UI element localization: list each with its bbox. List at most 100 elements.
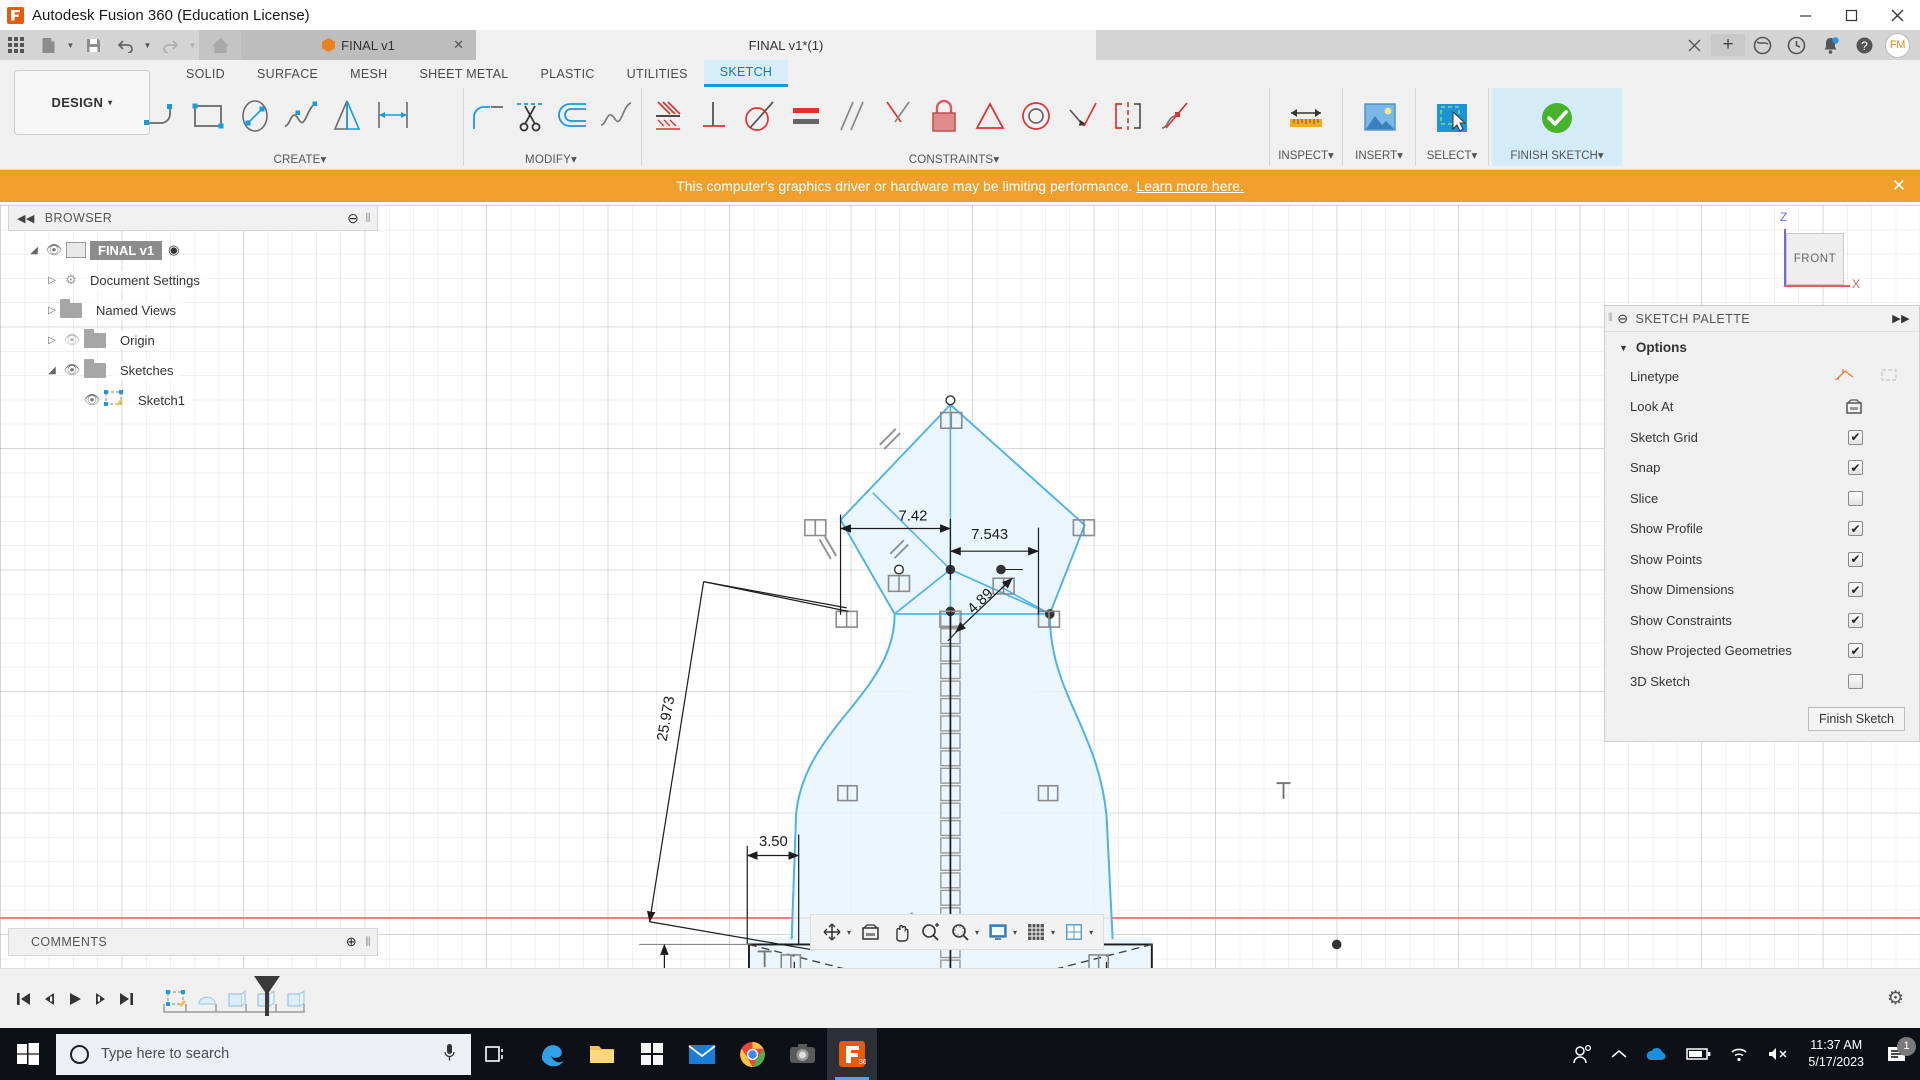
palette-row-look-at[interactable]: Look At	[1605, 392, 1919, 423]
fit-icon[interactable]	[945, 917, 975, 947]
timeline-play-button[interactable]	[62, 984, 88, 1014]
tab-surface[interactable]: SURFACE	[241, 60, 334, 87]
offset-tool-icon[interactable]	[553, 90, 596, 142]
comments-panel[interactable]: COMMENTS ⊕ ⦀	[8, 928, 378, 956]
insert-button[interactable]: INSERT▾	[1346, 88, 1412, 166]
browser-grip-icon[interactable]: ⦀	[365, 211, 371, 226]
midpoint-constraint-icon[interactable]	[967, 90, 1013, 142]
volume-muted-icon[interactable]	[1758, 1046, 1798, 1062]
job-status-icon[interactable]	[1779, 36, 1813, 55]
show-hidden-icons-chevron-icon[interactable]	[1602, 1049, 1636, 1060]
show-points-checkbox[interactable]: ✔	[1848, 552, 1863, 567]
visibility-eye-icon[interactable]: 👁	[80, 392, 104, 408]
view-cube-front-face[interactable]: FRONT	[1786, 233, 1844, 285]
show-projected-geometries-checkbox[interactable]: ✔	[1848, 643, 1863, 658]
browser-item-sketch1[interactable]: 👁 Sketch1	[8, 385, 378, 415]
3d-sketch-checkbox[interactable]	[1848, 674, 1863, 689]
palette-row-show-dimensions[interactable]: Show Dimensions ✔	[1605, 575, 1919, 606]
timeline-step-back-button[interactable]	[36, 984, 62, 1014]
palette-row-snap[interactable]: Snap ✔	[1605, 453, 1919, 484]
trim-tool-icon[interactable]	[510, 90, 553, 142]
notifications-button[interactable]: 1	[1874, 1045, 1920, 1064]
parallel-constraint-icon[interactable]	[829, 90, 875, 142]
look-at-icon[interactable]	[1845, 399, 1863, 415]
construction-linetype-icon[interactable]	[1879, 367, 1899, 386]
palette-row-show-projected-geometries[interactable]: Show Projected Geometries ✔	[1605, 636, 1919, 667]
viewports-caret-icon[interactable]: ▾	[1089, 928, 1093, 937]
grid-snap-caret-icon[interactable]: ▾	[1051, 928, 1055, 937]
palette-row-3d-sketch[interactable]: 3D Sketch	[1605, 666, 1919, 697]
palette-row-show-constraints[interactable]: Show Constraints ✔	[1605, 605, 1919, 636]
fix-unfix-constraint-icon[interactable]	[921, 90, 967, 142]
equal-constraint-icon[interactable]	[783, 90, 829, 142]
expand-triangle-icon[interactable]: ▷	[44, 335, 60, 346]
tab-utilities[interactable]: UTILITIES	[611, 60, 704, 87]
start-button[interactable]	[0, 1043, 56, 1065]
home-button[interactable]	[199, 30, 241, 60]
palette-row-sketch-grid[interactable]: Sketch Grid ✔	[1605, 422, 1919, 453]
dimension-tool-icon[interactable]	[370, 90, 416, 142]
wifi-icon[interactable]	[1720, 1046, 1758, 1062]
circle-tool-icon[interactable]	[232, 90, 278, 142]
dimension-7-518[interactable]: 7.518	[639, 944, 749, 968]
activate-radio-icon[interactable]: ◉	[168, 242, 179, 258]
expand-triangle-icon[interactable]: ◢	[44, 365, 60, 376]
finish-sketch-button[interactable]: FINISH SKETCH▾	[1492, 88, 1622, 166]
tab-sheet-metal[interactable]: SHEET METAL	[403, 60, 524, 87]
line-tool-icon[interactable]	[140, 90, 186, 142]
battery-icon[interactable]	[1677, 1047, 1720, 1061]
timeline-settings-icon[interactable]: ⚙	[1887, 987, 1904, 1010]
taskbar-app-fusion360[interactable]: 360	[827, 1028, 877, 1080]
expand-triangle-icon[interactable]: ▷	[44, 275, 60, 286]
normal-linetype-icon[interactable]	[1835, 367, 1855, 386]
palette-row-slice[interactable]: Slice	[1605, 483, 1919, 514]
minimize-button[interactable]	[1782, 0, 1828, 30]
browser-item-sketches[interactable]: ◢ 👁 Sketches	[8, 355, 378, 385]
taskbar-clock[interactable]: 11:37 AM 5/17/2023	[1798, 1037, 1874, 1071]
ribbon-group-constraints-label[interactable]: CONSTRAINTS▾	[642, 152, 1266, 166]
redo-caret-icon[interactable]: ▼	[186, 30, 199, 60]
palette-row-show-profile[interactable]: Show Profile ✔	[1605, 514, 1919, 545]
select-button[interactable]: SELECT▾	[1419, 88, 1485, 166]
onedrive-icon[interactable]	[1636, 1046, 1677, 1062]
taskbar-app-chrome[interactable]	[727, 1028, 777, 1080]
expand-triangle-icon[interactable]: ▷	[44, 305, 60, 316]
timeline-step-forward-button[interactable]	[88, 984, 114, 1014]
document-tab-final-v1-1[interactable]: FINAL v1*(1)	[476, 30, 1096, 60]
sketch-palette-header[interactable]: ⦀ ⊖ SKETCH PALETTE ▶▶	[1605, 306, 1919, 332]
taskbar-app-camera[interactable]	[777, 1028, 827, 1080]
grid-snap-icon[interactable]	[1021, 917, 1051, 947]
notifications-bell-icon[interactable]	[1813, 36, 1847, 55]
new-file-icon[interactable]	[32, 30, 64, 60]
horizontal-vertical-constraint-icon[interactable]	[645, 90, 691, 142]
taskbar-app-mail[interactable]	[677, 1028, 727, 1080]
timeline-go-to-end-button[interactable]	[114, 984, 140, 1014]
viewports-icon[interactable]	[1059, 917, 1089, 947]
dimension-3-50[interactable]: 3.50	[747, 834, 798, 945]
orbit-icon[interactable]	[817, 917, 847, 947]
ribbon-group-modify-label[interactable]: MODIFY▾	[464, 152, 638, 166]
document-tab-final-v1[interactable]: FINAL v1 ✕	[241, 30, 476, 60]
view-cube[interactable]: Z X FRONT	[1762, 205, 1872, 315]
orbit-caret-icon[interactable]: ▾	[847, 928, 851, 937]
slice-checkbox[interactable]	[1848, 491, 1863, 506]
browser-item-origin[interactable]: ▷ 👁 Origin	[8, 325, 378, 355]
new-file-caret-icon[interactable]: ▼	[64, 30, 77, 60]
active-tab-close-icon[interactable]	[1677, 39, 1711, 52]
workspace-selector[interactable]: DESIGN ▾	[14, 70, 150, 135]
visibility-eye-icon[interactable]: 👁	[42, 242, 66, 258]
taskbar-app-store[interactable]	[627, 1028, 677, 1080]
document-tab-close-icon[interactable]: ✕	[453, 37, 464, 53]
sketch-canvas[interactable]: -50 -25	[0, 205, 1920, 968]
warning-close-icon[interactable]: ✕	[1892, 176, 1906, 196]
taskbar-search-box[interactable]: Type here to search	[56, 1034, 471, 1075]
browser-collapse-icon[interactable]: ◀◀	[17, 212, 35, 225]
show-profile-checkbox[interactable]: ✔	[1848, 521, 1863, 536]
taskbar-app-file-explorer[interactable]	[577, 1028, 627, 1080]
edit-spline-tool-icon[interactable]	[595, 90, 638, 142]
show-constraints-checkbox[interactable]: ✔	[1848, 613, 1863, 628]
taskbar-app-edge[interactable]	[527, 1028, 577, 1080]
spline-tool-icon[interactable]	[278, 90, 324, 142]
look-at-nav-icon[interactable]	[855, 917, 885, 947]
new-tab-button[interactable]: +	[1711, 34, 1745, 56]
